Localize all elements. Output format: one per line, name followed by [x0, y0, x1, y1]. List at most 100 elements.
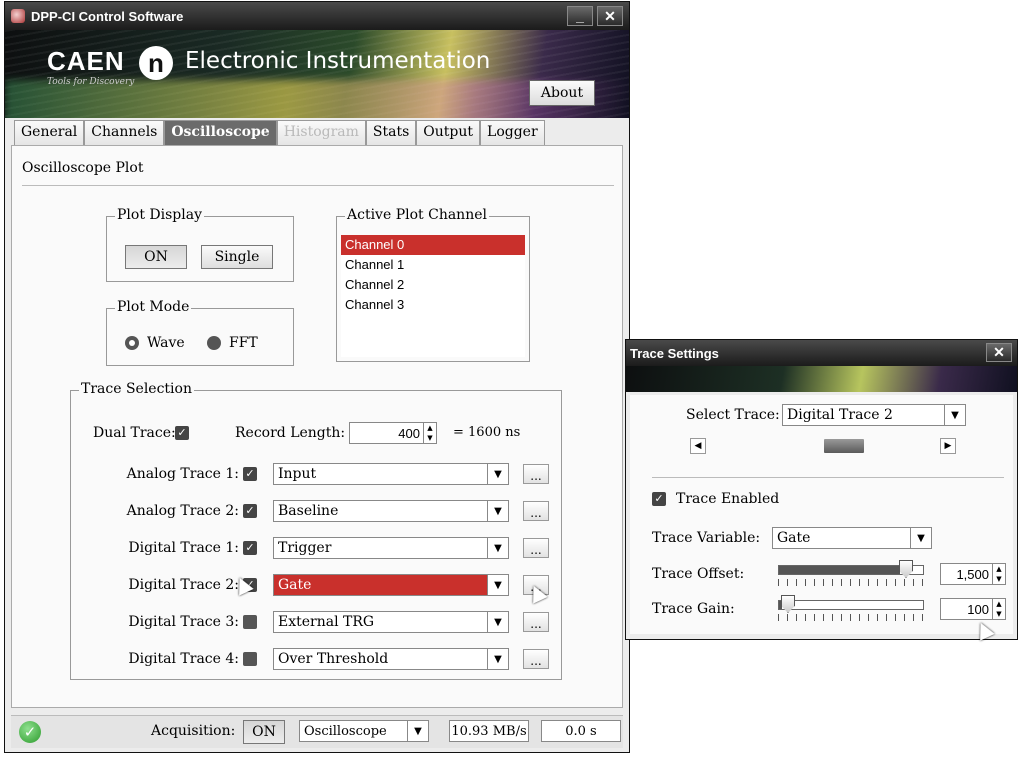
tab-general[interactable]: General: [14, 120, 85, 146]
digital-trace-1-dropdown[interactable]: Trigger ▼: [273, 537, 509, 559]
channel-list-item[interactable]: Channel 1: [341, 255, 525, 275]
main-title-bar[interactable]: DPP-CI Control Software _ ✕: [5, 2, 629, 30]
analog-trace-2-checkbox[interactable]: ✓: [243, 504, 257, 518]
acquisition-on-button[interactable]: ON: [243, 720, 285, 744]
select-trace-dropdown[interactable]: Digital Trace 2 ▼: [782, 404, 966, 426]
mode-dropdown[interactable]: Oscilloscope ▼: [299, 720, 429, 742]
chevron-down-icon[interactable]: ▼: [944, 405, 965, 425]
digital-trace-4-value: Over Threshold: [278, 651, 389, 667]
digital-trace-4-label: Digital Trace 4:: [128, 651, 239, 667]
window-title: DPP-CI Control Software: [31, 8, 184, 24]
chevron-down-icon[interactable]: ▼: [487, 575, 508, 595]
digital-trace-3-checkbox[interactable]: [243, 615, 257, 629]
trace-selection-group: Trace Selection Dual Trace: ✓ Record Len…: [70, 381, 562, 680]
chevron-down-icon[interactable]: ▼: [487, 612, 508, 632]
about-button[interactable]: About: [529, 80, 595, 106]
analog-trace-2-dropdown[interactable]: Baseline ▼: [273, 500, 509, 522]
chevron-down-icon[interactable]: ▼: [407, 721, 428, 741]
section-divider: [22, 185, 614, 186]
trace-settings-close-button[interactable]: ✕: [986, 343, 1012, 362]
dual-trace-checkbox[interactable]: ✓: [175, 426, 189, 440]
data-rate-field: 10.93 MB/s: [449, 720, 529, 742]
trace-variable-dropdown[interactable]: Gate ▼: [772, 527, 932, 549]
trace-enabled-checkbox[interactable]: ✓: [652, 492, 666, 506]
tab-channels[interactable]: Channels: [84, 120, 165, 146]
trace-gain-spinner[interactable]: 100 ▲ ▼: [940, 598, 1006, 620]
caen-logo: CAEN: [47, 46, 125, 76]
slider-ticks: [778, 579, 924, 586]
status-bar: ✓ Acquisition: ON Oscilloscope ▼ 10.93 M…: [11, 715, 623, 748]
channel-list-item[interactable]: Channel 2: [341, 275, 525, 295]
record-length-label: Record Length:: [235, 425, 346, 441]
banner-title: Electronic Instrumentation: [185, 48, 491, 74]
analog-trace-2-settings-button[interactable]: ...: [523, 501, 549, 521]
wave-radio-label: Wave: [147, 335, 185, 351]
scroll-thumb[interactable]: [824, 439, 864, 453]
elapsed-time-field: 0.0 s: [541, 720, 621, 742]
main-window: DPP-CI Control Software _ ✕ CAEN Tools f…: [4, 1, 630, 753]
tab-output[interactable]: Output: [416, 120, 481, 146]
trace-gain-label: Trace Gain:: [652, 601, 735, 617]
close-button[interactable]: ✕: [597, 6, 623, 26]
tab-stats[interactable]: Stats: [365, 120, 417, 146]
caen-tagline: Tools for Discovery: [47, 77, 135, 87]
digital-trace-3-label: Digital Trace 3:: [128, 614, 239, 630]
chevron-down-icon[interactable]: ▼: [487, 501, 508, 521]
chevron-down-icon[interactable]: ▼: [487, 649, 508, 669]
tab-logger[interactable]: Logger: [480, 120, 545, 146]
digital-trace-3-dropdown[interactable]: External TRG ▼: [273, 611, 509, 633]
active-plot-channel-title: Active Plot Channel: [345, 207, 489, 223]
channel-list-item[interactable]: Channel 0: [341, 235, 525, 255]
chevron-down-icon[interactable]: ▼: [487, 538, 508, 558]
trace-scrollbar[interactable]: ◀ ▶: [690, 438, 956, 454]
trace-gain-slider[interactable]: [778, 595, 924, 626]
spinner-arrows-icon[interactable]: ▲ ▼: [992, 599, 1005, 619]
analog-trace-1-dropdown[interactable]: Input ▼: [273, 463, 509, 485]
slider-track: [778, 600, 924, 610]
chevron-down-icon[interactable]: ▼: [487, 464, 508, 484]
digital-trace-1-checkbox[interactable]: ✓: [243, 541, 257, 555]
n-logo-icon: n: [139, 46, 173, 80]
digital-trace-3-settings-button[interactable]: ...: [523, 612, 549, 632]
digital-trace-4-settings-button[interactable]: ...: [523, 649, 549, 669]
digital-trace-2-dropdown[interactable]: Gate ▼: [273, 574, 509, 596]
acquisition-label: Acquisition:: [151, 723, 236, 739]
trace-offset-slider[interactable]: [778, 560, 924, 591]
plot-mode-title: Plot Mode: [115, 299, 192, 315]
trace-settings-divider: [652, 477, 1004, 478]
digital-trace-4-dropdown[interactable]: Over Threshold ▼: [273, 648, 509, 670]
digital-trace-2-value: Gate: [278, 577, 312, 593]
trace-offset-value: 1,500: [956, 566, 989, 582]
trace-settings-title: Trace Settings: [630, 345, 719, 361]
record-length-spinner[interactable]: 400 ▲ ▼: [349, 422, 437, 444]
analog-trace-1-checkbox[interactable]: ✓: [243, 467, 257, 481]
channel-list-item[interactable]: Channel 3: [341, 295, 525, 315]
fft-radio[interactable]: FFT: [207, 335, 258, 351]
minimize-button[interactable]: _: [567, 6, 593, 26]
wave-radio-dot: [125, 336, 139, 350]
trace-settings-title-bar[interactable]: Trace Settings ✕: [626, 340, 1017, 366]
plot-on-button[interactable]: ON: [125, 245, 187, 269]
digital-trace-1-settings-button[interactable]: ...: [523, 538, 549, 558]
spinner-arrows-icon[interactable]: ▲ ▼: [992, 564, 1005, 584]
scroll-left-icon[interactable]: ◀: [690, 438, 706, 454]
digital-trace-4-checkbox[interactable]: [243, 652, 257, 666]
slider-thumb[interactable]: [899, 560, 913, 578]
trace-offset-label: Trace Offset:: [652, 566, 745, 582]
scroll-right-icon[interactable]: ▶: [940, 438, 956, 454]
spinner-arrows-icon[interactable]: ▲ ▼: [423, 423, 436, 443]
trace-enabled-label: Trace Enabled: [676, 491, 780, 507]
plot-single-button[interactable]: Single: [201, 245, 273, 269]
chevron-down-icon[interactable]: ▼: [910, 528, 931, 548]
analog-trace-1-settings-button[interactable]: ...: [523, 464, 549, 484]
trace-settings-banner: [626, 366, 1017, 392]
trace-offset-spinner[interactable]: 1,500 ▲ ▼: [940, 563, 1006, 585]
analog-trace-1-label: Analog Trace 1:: [126, 466, 239, 482]
slider-thumb[interactable]: [781, 595, 795, 613]
trace-settings-panel: Select Trace: Digital Trace 2 ▼ ◀ ▶ ✓ Tr…: [630, 395, 1013, 634]
tab-oscilloscope[interactable]: Oscilloscope: [164, 120, 277, 146]
channel-list: Channel 0 Channel 1 Channel 2 Channel 3: [341, 235, 525, 357]
tab-histogram: Histogram: [276, 120, 366, 146]
digital-trace-1-label: Digital Trace 1:: [128, 540, 239, 556]
wave-radio[interactable]: Wave: [125, 335, 185, 351]
